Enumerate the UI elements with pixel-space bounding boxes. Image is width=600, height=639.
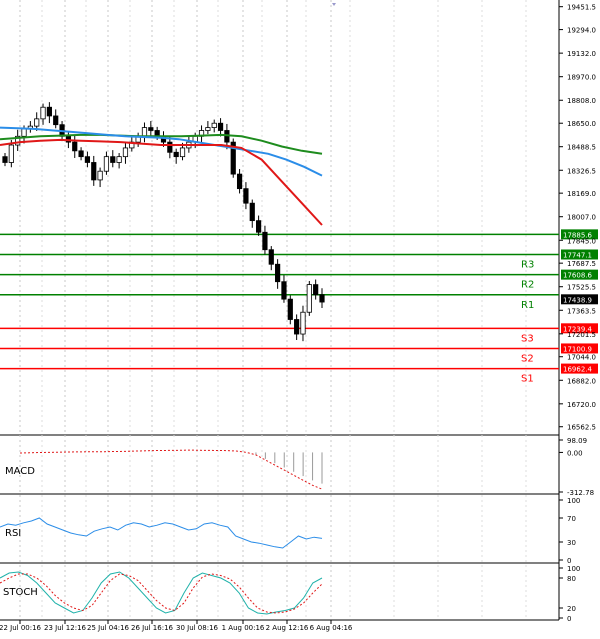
stoch-y-tick-label: 0 bbox=[567, 615, 571, 623]
candle-body bbox=[122, 147, 129, 158]
macd-y-tick-label: 0.00 bbox=[567, 449, 583, 457]
rsi-y-tick-label: 0 bbox=[567, 557, 571, 565]
rsi-y-tick-label: 70 bbox=[567, 515, 576, 523]
candle-body bbox=[8, 144, 14, 163]
candle-body bbox=[53, 115, 59, 126]
candle-body bbox=[116, 156, 122, 163]
candle-body bbox=[275, 263, 281, 283]
x-tick-label: 6 Aug 04:16 bbox=[310, 624, 353, 632]
candle-body bbox=[294, 319, 300, 335]
rsi-y-tick-label: 100 bbox=[567, 497, 580, 505]
candle-body bbox=[84, 156, 91, 163]
level-name-label: S2 bbox=[521, 353, 534, 364]
candle-body bbox=[313, 284, 319, 296]
level-name-label: R3 bbox=[521, 259, 534, 270]
level-name-label: R2 bbox=[521, 280, 534, 291]
candle-body bbox=[97, 170, 103, 181]
y-tick-label: 19132.0 bbox=[567, 50, 596, 58]
y-tick-label: 17525.5 bbox=[567, 284, 596, 292]
level-name-label: R1 bbox=[521, 300, 534, 311]
candle-body bbox=[249, 202, 255, 222]
stoch-y-tick-label: 80 bbox=[567, 575, 576, 583]
chart-svg: 17885.617747.1R317608.6R2R117239.4S31710… bbox=[0, 0, 600, 635]
candle-body bbox=[103, 156, 110, 172]
candle-body bbox=[173, 151, 179, 158]
y-tick-label: 19451.5 bbox=[567, 4, 596, 12]
candle-body bbox=[78, 150, 84, 158]
stoch-y-tick-label: 100 bbox=[567, 565, 580, 573]
candle-body bbox=[141, 127, 148, 137]
chart-root: 17885.6 17747.1 R3 17608.6 R2 R1 17239.4 S3 1710… bbox=[0, 0, 600, 635]
level-price-label: 16962.4 bbox=[563, 366, 592, 374]
candle-body bbox=[205, 127, 211, 131]
x-tick-label: 26 Jul 16:16 bbox=[131, 624, 174, 632]
candle-body bbox=[2, 156, 8, 163]
stoch-y-tick-label: 20 bbox=[567, 605, 576, 613]
candle-body bbox=[268, 249, 274, 265]
x-tick-label: 23 Jul 12:16 bbox=[44, 624, 87, 632]
candle-body bbox=[167, 141, 173, 153]
x-tick-label: 22 Jul 00:16 bbox=[0, 624, 42, 632]
macd-y-tick-label: 98.09 bbox=[567, 437, 587, 445]
y-tick-label: 18970.0 bbox=[567, 74, 596, 82]
level-name-label: S1 bbox=[521, 374, 534, 385]
candle-body bbox=[236, 173, 243, 190]
candle-body bbox=[243, 188, 249, 204]
y-tick-label: 17845.0 bbox=[567, 237, 596, 245]
candle-body bbox=[46, 106, 52, 117]
candle-body bbox=[287, 298, 293, 320]
macd-label: MACD bbox=[5, 466, 35, 477]
level-name-label: S3 bbox=[521, 333, 534, 344]
candle-body bbox=[21, 128, 27, 137]
candle-body bbox=[217, 122, 224, 131]
y-tick-label: 19294.0 bbox=[567, 27, 596, 35]
level-price-label: 17747.1 bbox=[563, 251, 592, 259]
candle-body bbox=[179, 147, 186, 158]
y-tick-label: 16882.0 bbox=[567, 377, 596, 385]
y-tick-label: 16720.0 bbox=[567, 401, 596, 409]
y-tick-label: 17363.5 bbox=[567, 307, 596, 315]
candle-body bbox=[148, 127, 154, 131]
candle-body bbox=[255, 220, 262, 233]
y-tick-label: 17687.5 bbox=[567, 260, 596, 268]
y-tick-label: 18007.0 bbox=[567, 214, 596, 222]
rsi-label: RSI bbox=[5, 528, 21, 539]
x-tick-label: 25 Jul 04:16 bbox=[87, 624, 130, 632]
candle-body bbox=[72, 141, 78, 152]
candle-body bbox=[91, 162, 97, 181]
candle-body bbox=[34, 118, 40, 127]
x-tick-label: 2 Aug 12:16 bbox=[266, 624, 309, 632]
candle-body bbox=[211, 122, 217, 128]
rsi-y-tick-label: 30 bbox=[567, 539, 576, 547]
candle-body bbox=[281, 281, 287, 300]
candle-body bbox=[262, 231, 268, 251]
x-tick-label: 1 Aug 00:16 bbox=[222, 624, 265, 632]
candle-body bbox=[110, 156, 116, 163]
macd-y-tick-label: -312.78 bbox=[567, 489, 594, 497]
candle-body bbox=[306, 284, 312, 313]
last-price-label: 17438.9 bbox=[563, 296, 592, 304]
stoch-label: STOCH bbox=[3, 587, 38, 598]
y-tick-label: 18488.5 bbox=[567, 144, 596, 152]
candle-body bbox=[319, 294, 325, 303]
y-tick-label: 18169.0 bbox=[567, 190, 596, 198]
y-tick-label: 18650.0 bbox=[567, 120, 596, 128]
y-tick-label: 18326.5 bbox=[567, 167, 596, 175]
level-price-label: 17608.6 bbox=[563, 272, 592, 280]
candle-body bbox=[300, 311, 306, 335]
x-tick-label: 30 Jul 08:16 bbox=[176, 624, 219, 632]
y-tick-label: 17044.0 bbox=[567, 354, 596, 362]
y-tick-label: 18808.0 bbox=[567, 97, 596, 105]
y-tick-label: 17201.5 bbox=[567, 331, 596, 339]
level-price-label: 17100.9 bbox=[563, 345, 592, 353]
y-tick-label: 16562.5 bbox=[567, 424, 596, 432]
candle-body bbox=[40, 106, 46, 120]
